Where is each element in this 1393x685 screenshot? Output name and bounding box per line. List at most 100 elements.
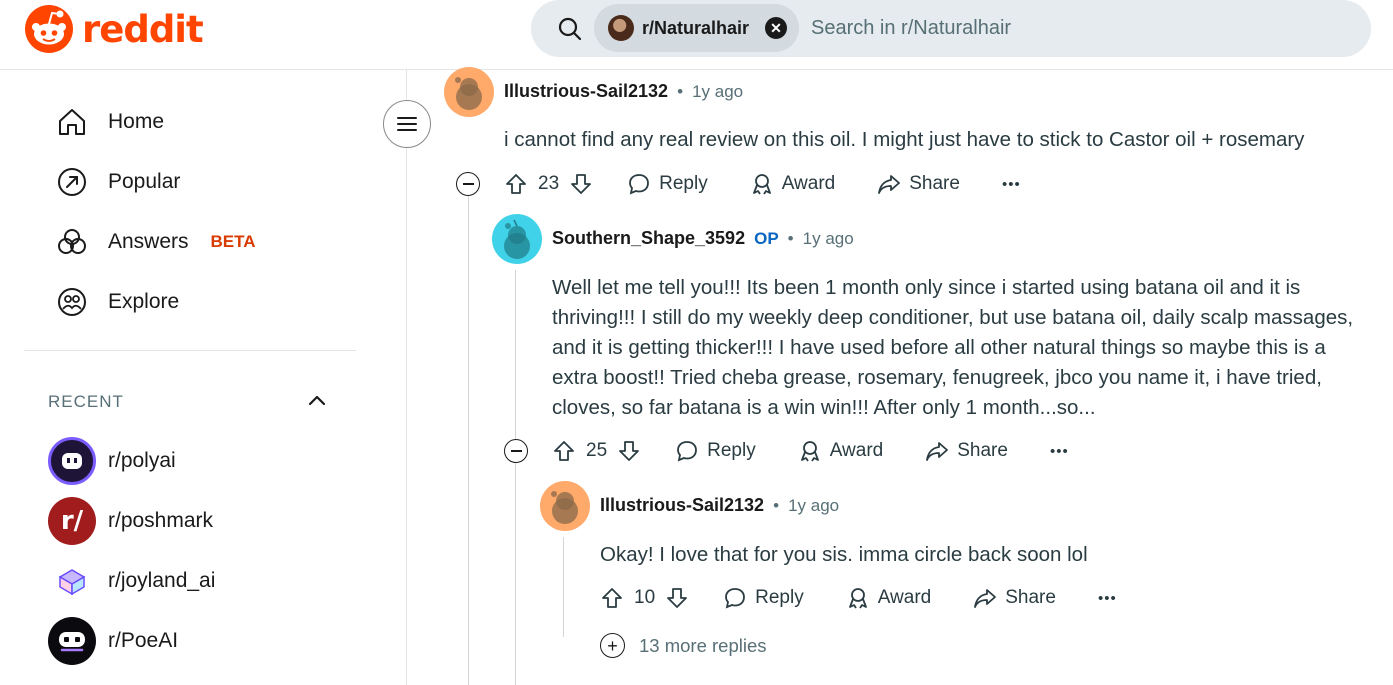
comment-thread: Illustrious-Sail2132 • 1y ago i cannot f… (408, 67, 1393, 685)
author-name[interactable]: Illustrious-Sail2132 (504, 81, 668, 101)
award-label: Award (829, 440, 884, 461)
downvote-icon[interactable] (569, 172, 593, 196)
award-icon (752, 174, 771, 195)
sidebar-item-label: r/PoeAI (108, 629, 179, 652)
sidebar-divider (24, 350, 356, 351)
collapse-thread-button[interactable] (456, 172, 480, 196)
sidebar-item-home[interactable]: Home (56, 106, 164, 138)
collapse-thread-button[interactable] (504, 439, 528, 463)
comment-body: Well let me tell you!!! Its been 1 month… (552, 276, 1354, 419)
comment-body: Okay! I love that for you sis. imma circ… (600, 543, 1088, 566)
sidebar-item-label: Explore (108, 290, 180, 313)
reply-button[interactable]: Reply (723, 586, 804, 610)
award-label: Award (781, 173, 836, 194)
joyland-icon (48, 557, 96, 605)
share-icon (974, 589, 997, 608)
sidebar-item-poeai[interactable]: r/PoeAI (48, 617, 178, 665)
upvote-icon[interactable] (600, 586, 624, 610)
comment-bubble-icon (677, 441, 698, 462)
meta-separator: • (773, 496, 780, 515)
collapse-sidebar-button[interactable] (383, 100, 431, 148)
award-icon (800, 441, 819, 462)
reply-label: Reply (755, 587, 804, 608)
chevron-up-icon[interactable] (304, 388, 330, 414)
poshmark-icon: r/ (48, 497, 96, 545)
share-icon (878, 175, 901, 194)
comment-time: 1y ago (692, 82, 744, 101)
sidebar-item-answers[interactable]: Answers BETA (56, 226, 256, 258)
comment-actions: 10 Reply Award Share ••• (600, 582, 1117, 614)
beta-badge: BETA (210, 232, 256, 251)
upvote-icon[interactable] (504, 172, 528, 196)
award-button[interactable]: Award (798, 439, 884, 463)
sidebar-item-label: r/poshmark (108, 509, 214, 532)
sidebar-item-poshmark[interactable]: r/ r/poshmark (48, 497, 213, 545)
share-label: Share (909, 173, 960, 194)
top-header: reddit r/Naturalhair ✕ Search in r/Natur… (0, 0, 1393, 70)
reply-button[interactable]: Reply (627, 172, 708, 196)
award-label: Award (877, 587, 932, 608)
vote-count: 10 (634, 587, 656, 608)
award-button[interactable]: Award (846, 586, 932, 610)
answers-icon (58, 229, 86, 254)
more-replies-button[interactable]: + 13 more replies (600, 633, 767, 658)
home-icon (59, 109, 85, 135)
author-name[interactable]: Southern_Shape_3592 (552, 228, 745, 248)
comment-author[interactable]: Southern_Shape_3592 OP • 1y ago (552, 228, 854, 249)
share-button[interactable]: Share (925, 439, 1008, 463)
recent-section-label: RECENT (48, 392, 124, 411)
sidebar-item-label: Popular (108, 170, 181, 193)
comment-body: i cannot find any real review on this oi… (504, 128, 1305, 151)
popular-icon (58, 168, 86, 196)
hamburger-icon (397, 117, 417, 131)
thread-line (563, 537, 564, 637)
share-label: Share (957, 440, 1008, 461)
avatar[interactable] (492, 214, 542, 264)
thread-line (468, 196, 469, 685)
avatar[interactable] (444, 67, 494, 117)
comment-bubble-icon (629, 174, 650, 195)
poeai-icon (48, 617, 96, 665)
upvote-icon[interactable] (552, 439, 576, 463)
more-options-button[interactable]: ••• (1098, 590, 1117, 607)
close-icon[interactable]: ✕ (765, 17, 787, 39)
share-icon (926, 442, 949, 461)
sidebar-item-polyai[interactable]: r/polyai (48, 437, 176, 485)
search-bar[interactable]: r/Naturalhair ✕ Search in r/Naturalhair (531, 0, 1371, 57)
sidebar-item-joyland[interactable]: r/joyland_ai (48, 557, 215, 605)
sidebar-item-label: r/polyai (108, 449, 176, 472)
reply-label: Reply (707, 440, 756, 461)
avatar[interactable] (540, 481, 590, 531)
comment-author[interactable]: Illustrious-Sail2132 • 1y ago (600, 495, 839, 516)
sidebar-item-explore[interactable]: Explore (56, 286, 179, 318)
sidebar-item-label: Home (108, 110, 165, 133)
search-icon (558, 17, 582, 41)
community-chip-label: r/Naturalhair (642, 17, 750, 38)
author-name[interactable]: Illustrious-Sail2132 (600, 495, 764, 515)
downvote-icon[interactable] (617, 439, 641, 463)
meta-separator: • (677, 82, 684, 101)
community-filter-chip[interactable]: r/Naturalhair ✕ (594, 4, 799, 52)
left-sidebar: Home Popular Answers BETA Explore RECENT… (0, 70, 407, 685)
comment-time: 1y ago (788, 496, 840, 515)
meta-separator: • (787, 229, 794, 248)
plus-icon: + (600, 633, 625, 658)
more-options-button[interactable]: ••• (1002, 176, 1021, 193)
reddit-logo[interactable]: reddit (24, 4, 204, 54)
polyai-icon (48, 437, 96, 485)
comment-bubble-icon (725, 588, 746, 609)
vote-count: 23 (538, 173, 560, 194)
community-avatar (608, 15, 634, 41)
more-replies-label: 13 more replies (639, 634, 767, 656)
comment-author[interactable]: Illustrious-Sail2132 • 1y ago (504, 81, 743, 102)
award-button[interactable]: Award (750, 172, 836, 196)
downvote-icon[interactable] (665, 586, 689, 610)
reply-button[interactable]: Reply (675, 439, 756, 463)
search-input[interactable]: Search in r/Naturalhair (811, 17, 1011, 40)
share-button[interactable]: Share (973, 586, 1056, 610)
award-icon (848, 588, 867, 609)
op-badge: OP (754, 229, 779, 248)
sidebar-item-popular[interactable]: Popular (56, 166, 180, 198)
share-button[interactable]: Share (877, 172, 960, 196)
more-options-button[interactable]: ••• (1050, 443, 1069, 460)
